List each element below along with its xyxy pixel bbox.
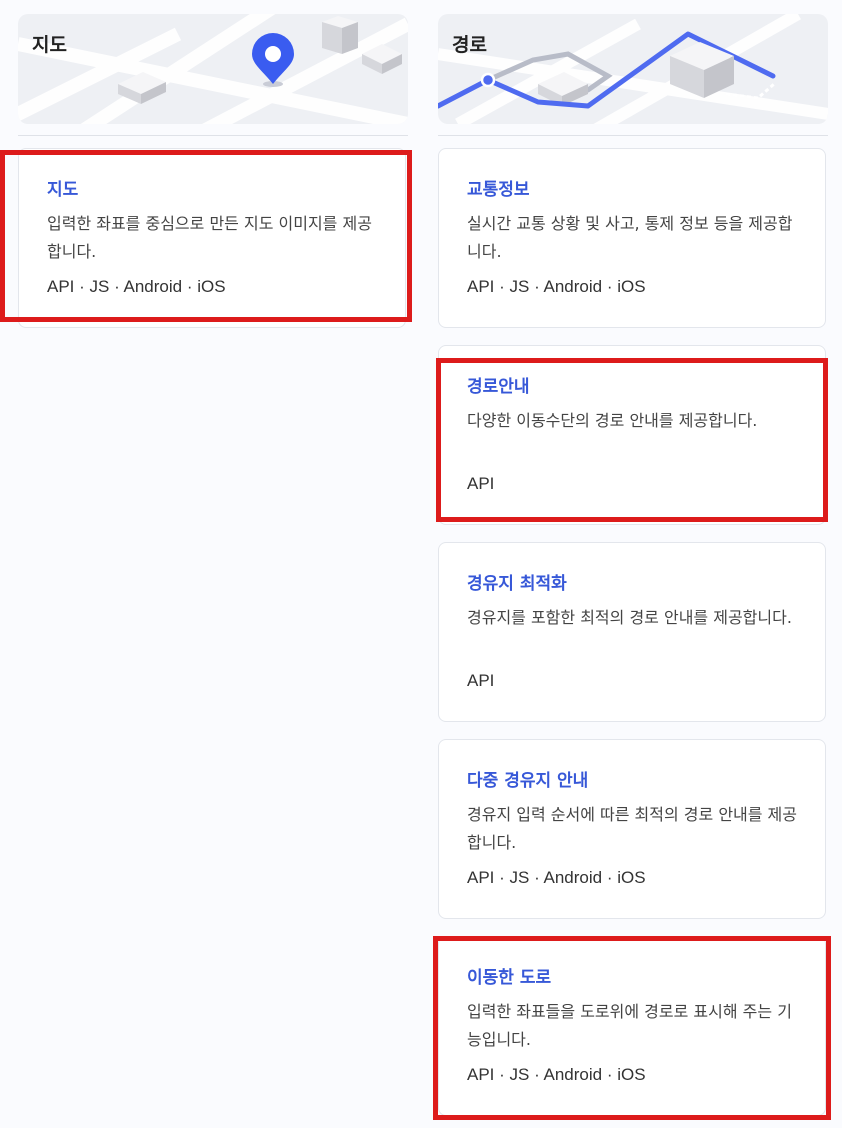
map-illustration bbox=[18, 14, 408, 124]
section-title-route: 경로 bbox=[452, 34, 487, 56]
route-illustration bbox=[438, 14, 828, 124]
route-banner: 경로 bbox=[438, 14, 828, 124]
map-banner: 지도 bbox=[18, 14, 408, 124]
card-title[interactable]: 경로안내 bbox=[467, 375, 797, 399]
service-card-waypoint-optimization[interactable]: 경유지 최적화 경유지를 포함한 최적의 경로 안내를 제공합니다. API bbox=[438, 542, 826, 722]
section-title-map: 지도 bbox=[32, 34, 67, 56]
section-divider bbox=[438, 135, 828, 136]
card-platforms: API · JS · Android · iOS bbox=[467, 277, 646, 296]
section-divider bbox=[18, 135, 408, 136]
card-title[interactable]: 지도 bbox=[47, 178, 377, 202]
card-platforms: API · JS · Android · iOS bbox=[47, 277, 226, 296]
card-platforms: API · JS · Android · iOS bbox=[467, 1065, 646, 1084]
card-title[interactable]: 이동한 도로 bbox=[467, 966, 797, 990]
service-card-map[interactable]: 지도 입력한 좌표를 중심으로 만든 지도 이미지를 제공합니다. API · … bbox=[18, 148, 406, 328]
service-card-multi-waypoint[interactable]: 다중 경유지 안내 경유지 입력 순서에 따른 최적의 경로 안내를 제공합니다… bbox=[438, 739, 826, 919]
card-description: 실시간 교통 상황 및 사고, 통제 정보 등을 제공합니다. bbox=[467, 214, 793, 261]
map-pin-icon bbox=[252, 33, 294, 87]
service-card-traffic[interactable]: 교통정보 실시간 교통 상황 및 사고, 통제 정보 등을 제공합니다. API… bbox=[438, 148, 826, 328]
card-description: 경유지 입력 순서에 따른 최적의 경로 안내를 제공합니다. bbox=[467, 805, 798, 852]
service-card-snap-to-road[interactable]: 이동한 도로 입력한 좌표들을 도로위에 경로로 표시해 주는 기능입니다. A… bbox=[438, 936, 826, 1116]
map-section: 지도 지도 입력한 좌표를 중심으로 만든 지도 이미지를 제공합니다. API… bbox=[18, 0, 408, 328]
card-title[interactable]: 다중 경유지 안내 bbox=[467, 769, 797, 793]
card-platforms: API · JS · Android · iOS bbox=[467, 868, 646, 887]
card-title[interactable]: 경유지 최적화 bbox=[467, 572, 797, 596]
card-description: 입력한 좌표들을 도로위에 경로로 표시해 주는 기능입니다. bbox=[467, 1002, 792, 1049]
card-description: 입력한 좌표를 중심으로 만든 지도 이미지를 제공합니다. bbox=[47, 214, 372, 261]
card-platforms: API bbox=[467, 671, 495, 690]
card-description: 다양한 이동수단의 경로 안내를 제공합니다. bbox=[467, 411, 758, 430]
card-title[interactable]: 교통정보 bbox=[467, 178, 797, 202]
service-card-directions[interactable]: 경로안내 다양한 이동수단의 경로 안내를 제공합니다. API bbox=[438, 345, 826, 525]
card-platforms: API bbox=[467, 474, 495, 493]
route-section: 경로 교통정보 실시간 교통 상황 및 사고, 통제 정보 등을 제공합니다. … bbox=[438, 0, 828, 1116]
card-description: 경유지를 포함한 최적의 경로 안내를 제공합니다. bbox=[467, 608, 792, 627]
